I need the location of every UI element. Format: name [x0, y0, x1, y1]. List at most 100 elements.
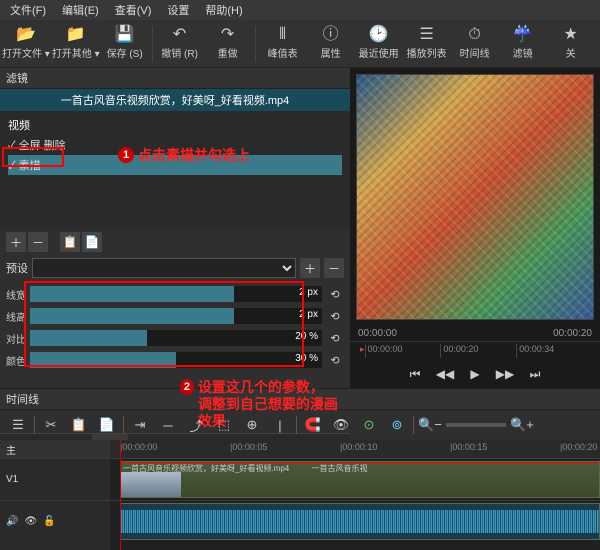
split-button[interactable]: | [268, 414, 292, 436]
about-button[interactable]: ★关 [548, 22, 594, 66]
preset-select[interactable] [32, 258, 296, 278]
annotation-box-1 [2, 147, 64, 167]
properties-button[interactable]: ⓘ属性 [308, 22, 354, 66]
preset-label: 预设 [6, 260, 28, 276]
waveform [121, 510, 599, 533]
preset-add-button[interactable]: ＋ [300, 258, 320, 278]
about-icon: ★ [563, 27, 577, 43]
track-header-v1[interactable]: V1 [0, 458, 110, 500]
lift-button[interactable]: ⤴ [184, 414, 208, 436]
divider [255, 26, 256, 62]
copy-filter-button[interactable]: 📋 [60, 232, 80, 252]
paste-filter-button[interactable]: 📄 [82, 232, 102, 252]
skip-start-button[interactable]: ⏮ [403, 364, 427, 384]
next-frame-button[interactable]: ▶▶ [493, 364, 517, 384]
prev-frame-button[interactable]: ◀◀ [433, 364, 457, 384]
video-preview[interactable] [356, 74, 594, 320]
speaker-icon[interactable]: 🔊 [6, 516, 18, 527]
undo-icon: ↶ [173, 27, 186, 43]
menu-bar: 文件(F) 编辑(E) 查看(V) 设置 帮助(H) [0, 0, 600, 20]
save-button[interactable]: 💾保存 (S) [102, 22, 148, 66]
filter-button[interactable]: ☔滤镜 [500, 22, 546, 66]
menu-view[interactable]: 查看(V) [109, 0, 158, 20]
preview-scale[interactable]: ▸ 00:00:00 00:00:20 00:00:34 [350, 341, 600, 360]
add-filter-button[interactable]: ＋ [6, 232, 26, 252]
peak-meter-button[interactable]: ⫴峰值表 [260, 22, 306, 66]
track-area[interactable]: |00:00:00|00:00:05|00:00:10|00:00:15|00:… [110, 440, 600, 550]
remove-filter-button[interactable]: － [28, 232, 48, 252]
menu-edit[interactable]: 编辑(E) [56, 0, 105, 20]
lock-icon[interactable]: 🔓 [43, 516, 55, 527]
video-clip[interactable]: 一首古风音乐视频欣赏，好美呀_好看视频.mp4 一首古风音乐视 [120, 461, 600, 498]
filter-panel-title: 滤镜 [0, 68, 350, 89]
snap-button[interactable]: 🧲 [301, 414, 325, 436]
time-current: 00:00:00 [358, 328, 397, 339]
timeline-menu-button[interactable]: ☰ [6, 414, 30, 436]
reset-icon[interactable]: ⟲ [326, 351, 344, 369]
preview-panel: 00:00:00 00:00:20 ▸ 00:00:00 00:00:20 00… [350, 68, 600, 388]
param-label: 颜色 [6, 353, 26, 368]
ruler-tick: |00:00:15 [450, 442, 487, 452]
append-button[interactable]: ⇥ [128, 414, 152, 436]
preview-time: 00:00:00 00:00:20 [350, 326, 600, 341]
divider [296, 416, 297, 434]
ruler-tick: |00:00:05 [230, 442, 267, 452]
insert-button[interactable]: ⊕ [240, 414, 264, 436]
paste-button[interactable]: 📄 [95, 414, 119, 436]
param-label: 线高 [6, 309, 26, 324]
copy-button[interactable]: 📋 [67, 414, 91, 436]
param-label: 对比 [6, 331, 26, 346]
zoom-slider[interactable] [446, 423, 506, 427]
param-label: 线宽 [6, 287, 26, 302]
filter-icon: ☔ [513, 27, 533, 43]
menu-file[interactable]: 文件(F) [4, 0, 52, 20]
redo-button[interactable]: ↷重做 [205, 22, 251, 66]
tick: 00:00:00 [365, 344, 441, 358]
badge-2-icon: 2 [180, 379, 194, 395]
open-file-button[interactable]: 📂打开文件 ▾ [2, 22, 50, 66]
ripple-button[interactable]: ⊙ [357, 414, 381, 436]
ripple-all-button[interactable]: ⊚ [385, 414, 409, 436]
menu-help[interactable]: 帮助(H) [199, 0, 248, 20]
list-icon: ☰ [419, 27, 433, 43]
playhead[interactable] [120, 440, 121, 550]
eye-icon[interactable]: 👁 [24, 516, 37, 527]
cut-button[interactable]: ✂ [39, 414, 63, 436]
annotation-box-2 [24, 281, 304, 367]
audio-track-lane[interactable] [110, 500, 600, 542]
filter-group-video: 视频 [8, 115, 342, 135]
playlist-button[interactable]: ☰播放列表 [404, 22, 450, 66]
timeline-body: 主 V1 🔊 👁 🔓 |00:00:00|00:00:05|00:00:10|0… [0, 440, 600, 550]
filter-panel: 滤镜 一首古风音乐视频欣赏，好美呀_好看视频.mp4 视频 ✓ 全屏 删除 ✓ … [0, 68, 350, 388]
filter-controls: ＋ － 📋 📄 [0, 229, 350, 255]
scrub-button[interactable]: 👁 [329, 414, 353, 436]
undo-button[interactable]: ↶撤销 (R) [157, 22, 203, 66]
skip-end-button[interactable]: ⏭ [523, 364, 547, 384]
preset-row: 预设 ＋ － [0, 255, 350, 281]
timeline-ruler[interactable]: |00:00:00|00:00:05|00:00:10|00:00:15|00:… [110, 440, 600, 458]
filename-bar: 一首古风音乐视频欣赏，好美呀_好看视频.mp4 [0, 89, 350, 111]
audio-clip[interactable] [120, 503, 600, 540]
tick: 00:00:20 [440, 344, 516, 358]
track-header-audio[interactable]: 🔊 👁 🔓 [0, 500, 110, 542]
menu-settings[interactable]: 设置 [161, 0, 195, 20]
reset-icon[interactable]: ⟲ [326, 285, 344, 303]
remove-button[interactable]: － [156, 414, 180, 436]
video-track-lane[interactable]: 一首古风音乐视频欣赏，好美呀_好看视频.mp4 一首古风音乐视 [110, 458, 600, 500]
timeline-button[interactable]: ⏱时间线 [452, 22, 498, 66]
track-header-master[interactable]: 主 [0, 440, 110, 458]
overwrite-button[interactable]: ⬚ [212, 414, 236, 436]
redo-icon: ↷ [221, 27, 234, 43]
preset-remove-button[interactable]: － [324, 258, 344, 278]
reset-icon[interactable]: ⟲ [326, 307, 344, 325]
info-icon: ⓘ [323, 27, 339, 43]
reset-icon[interactable]: ⟲ [326, 329, 344, 347]
zoom-in-button[interactable]: 🔍+ [510, 414, 534, 436]
annotation-1: 1 点击素描并勾选上 [118, 145, 250, 165]
recent-button[interactable]: 🕑最近使用 [356, 22, 402, 66]
track-labels: 主 V1 🔊 👁 🔓 [0, 440, 110, 550]
zoom-out-button[interactable]: 🔍− [418, 414, 442, 436]
open-other-button[interactable]: 📁打开其他 ▾ [52, 22, 100, 66]
play-button[interactable]: ▶ [463, 364, 487, 384]
tick: 00:00:34 [516, 344, 592, 358]
